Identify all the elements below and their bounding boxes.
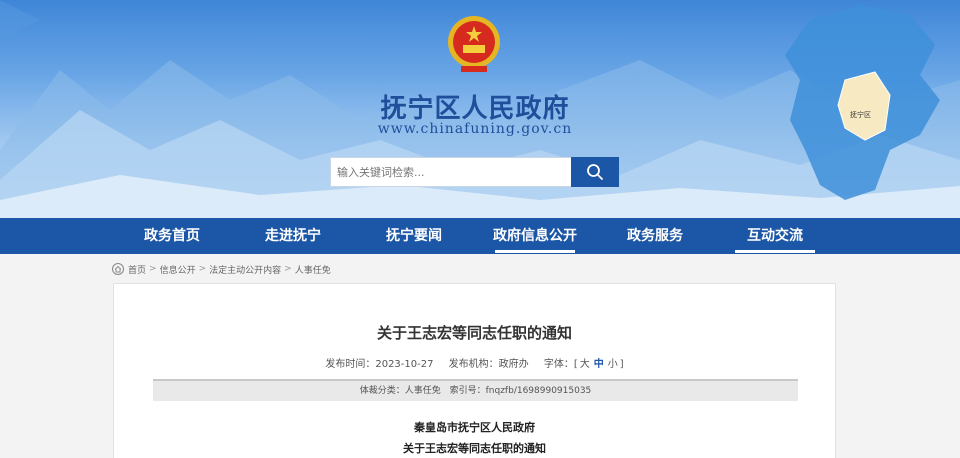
nav-item-gov-info[interactable]: 政府信息公开 xyxy=(485,218,585,254)
nav-item-services[interactable]: 政务服务 xyxy=(605,218,705,254)
breadcrumb: 首页 > 信息公开 > 法定主动公开内容 > 人事任免 xyxy=(112,262,331,276)
index-info: 索引号：fnqzfb/1698990915035 xyxy=(449,386,592,396)
main-nav: 政务首页 走进抚宁 抚宁要闻 政府信息公开 政务服务 互动交流 xyxy=(0,218,960,254)
home-icon xyxy=(112,263,124,275)
map-region-label: 抚宁区 xyxy=(850,110,871,119)
region-map-graphic: 抚宁区 xyxy=(785,5,940,200)
search-button[interactable] xyxy=(571,157,619,187)
font-large-button[interactable]: 大 xyxy=(580,359,590,370)
site-title: 抚宁区人民政府 xyxy=(380,94,570,124)
font-small-button[interactable]: 小 xyxy=(608,359,618,370)
breadcrumb-statutory[interactable]: 法定主动公开内容 xyxy=(209,263,281,276)
nav-item-home[interactable]: 政务首页 xyxy=(122,218,222,254)
publish-time: 发布时间：2023-10-27 xyxy=(325,359,434,370)
header-banner: 抚宁区人民政府 www.chinafuning.gov.cn 抚宁区 xyxy=(0,0,960,218)
nav-item-interaction[interactable]: 互动交流 xyxy=(725,218,825,254)
category-info: 体裁分类：人事任免 xyxy=(359,386,441,396)
region-map: 抚宁区 xyxy=(770,0,960,218)
search-icon xyxy=(587,164,603,180)
site-url: www.chinafuning.gov.cn xyxy=(377,121,573,137)
breadcrumb-personnel[interactable]: 人事任免 xyxy=(295,263,331,276)
body-heading: 关于王志宏等同志任职的通知 xyxy=(403,442,546,455)
font-medium-button[interactable]: 中 xyxy=(594,359,604,370)
breadcrumb-home[interactable]: 首页 xyxy=(128,263,146,276)
breadcrumb-separator: > xyxy=(149,264,157,274)
font-size-control: 字体：[大中小] xyxy=(543,359,624,370)
breadcrumb-info-public[interactable]: 信息公开 xyxy=(160,263,196,276)
breadcrumb-separator: > xyxy=(284,264,292,274)
national-emblem-icon xyxy=(448,16,500,72)
search-input[interactable] xyxy=(330,157,572,187)
breadcrumb-separator: > xyxy=(198,264,207,274)
nav-item-news[interactable]: 抚宁要闻 xyxy=(364,218,464,254)
publisher: 发布机构：政府办 xyxy=(448,359,529,370)
article-info-bar: 体裁分类：人事任免 索引号：fnqzfb/1698990915035 xyxy=(153,379,798,401)
body-issuer: 秦皇岛市抚宁区人民政府 xyxy=(414,421,535,434)
article-title: 关于王志宏等同志任职的通知 xyxy=(376,324,572,342)
article-panel: 关于王志宏等同志任职的通知 发布时间：2023-10-27 发布机构：政府办 字… xyxy=(113,283,836,458)
article-meta: 发布时间：2023-10-27 发布机构：政府办 字体：[大中小] xyxy=(114,355,835,370)
nav-item-about[interactable]: 走进抚宁 xyxy=(243,218,343,254)
